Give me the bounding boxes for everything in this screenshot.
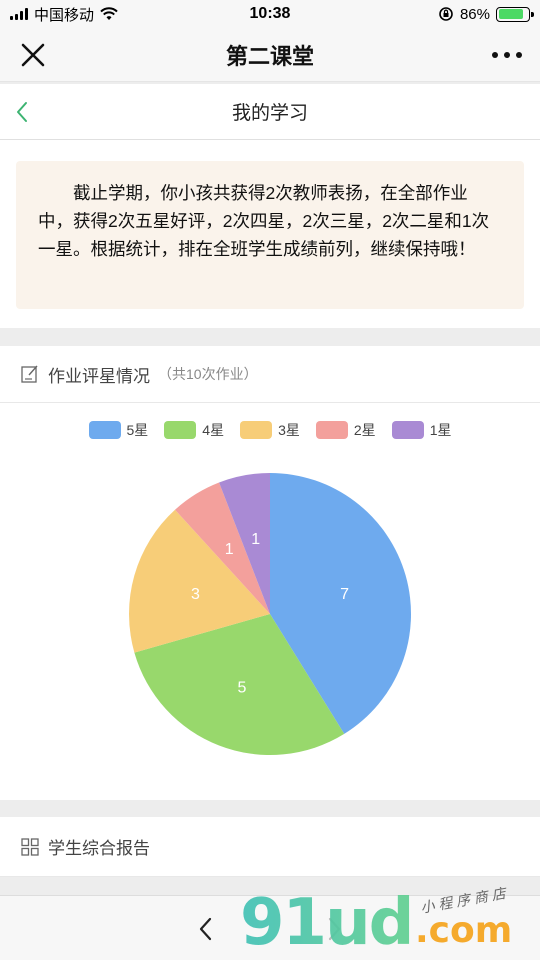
mini-program-nav-bar: 第二课堂 (0, 28, 540, 82)
more-options-icon[interactable] (492, 46, 522, 64)
status-right: 86% (438, 5, 534, 23)
wifi-icon (100, 7, 118, 20)
battery-percent: 86% (459, 5, 490, 23)
pie-slice-label: 3 (191, 586, 200, 603)
close-icon[interactable] (18, 40, 48, 70)
battery-icon (496, 6, 534, 22)
page-header: 我的学习 (0, 84, 540, 140)
status-left: 中国移动 (10, 4, 118, 25)
summary-text: 截止学期，你小孩共获得2次教师表扬，在全部作业中，获得2次五星好评，2次四星，2… (16, 161, 524, 309)
pie-slice-label: 5 (238, 679, 247, 696)
pie-slice-label: 7 (340, 586, 349, 603)
watermark: 91ud .com 小程序商店 (240, 884, 530, 960)
watermark-logo: 91ud (240, 886, 414, 960)
report-title: 学生综合报告 (48, 839, 150, 858)
battery-level (498, 9, 524, 19)
rating-section: 作业评星情况 （共10次作业） 5星 4星 3星 2星 1星 75311 (0, 346, 540, 800)
pie-slice-label: 1 (251, 531, 260, 548)
summary-section: 截止学期，你小孩共获得2次教师表扬，在全部作业中，获得2次五星好评，2次四星，2… (0, 140, 540, 328)
back-chevron-icon[interactable] (14, 100, 30, 124)
orientation-lock-icon (439, 7, 453, 21)
carrier-label: 中国移动 (34, 6, 95, 24)
back-arrow-icon[interactable] (196, 916, 214, 942)
grid-icon (21, 837, 39, 856)
signal-icon (10, 8, 28, 20)
report-section[interactable]: 学生综合报告 (0, 817, 540, 877)
app-title: 第二课堂 (225, 43, 314, 69)
rating-pie-chart: 7 5 3 11 (129, 473, 411, 755)
status-bar: 中国移动 10:38 86% (0, 0, 540, 28)
page-title: 我的学习 (231, 103, 308, 124)
pie-slice-label: 1 (225, 541, 234, 558)
